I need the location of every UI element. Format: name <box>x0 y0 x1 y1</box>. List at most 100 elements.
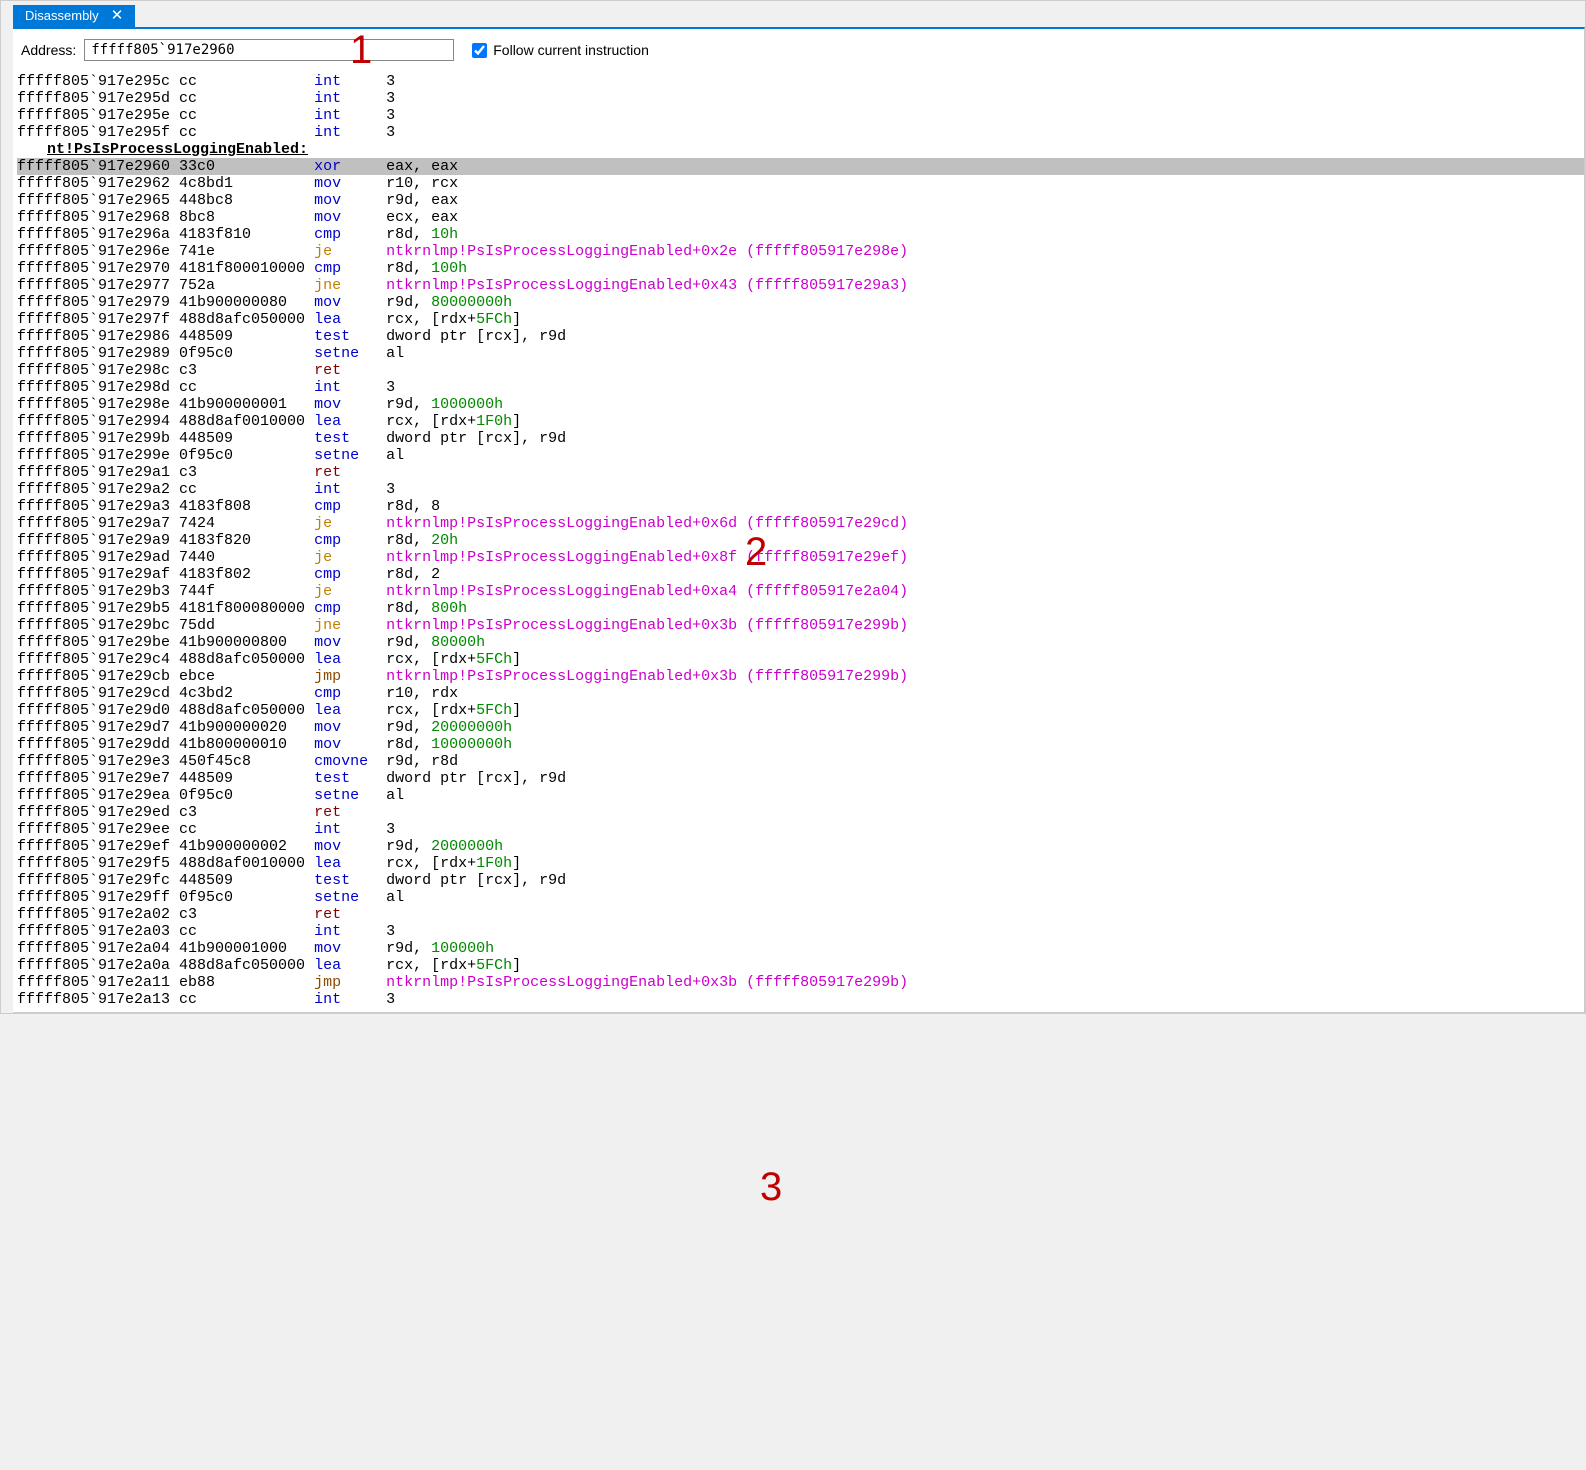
disasm-line[interactable]: fffff805`917e2a04 41b900001000 mov r9d, … <box>17 940 1584 957</box>
disasm-line[interactable]: fffff805`917e29dd 41b800000010 mov r8d, … <box>17 736 1584 753</box>
disasm-line[interactable]: fffff805`917e298c c3 ret <box>17 362 1584 379</box>
opcode-bytes: cc <box>179 124 314 141</box>
opcode-bytes: 8bc8 <box>179 209 314 226</box>
disasm-line[interactable]: fffff805`917e29e7 448509 test dword ptr … <box>17 770 1584 787</box>
address: fffff805`917e29cb <box>17 668 179 685</box>
opcode-bytes: c3 <box>179 464 314 481</box>
mnemonic: je <box>314 549 386 566</box>
mnemonic: setne <box>314 345 386 362</box>
mnemonic: lea <box>314 311 386 328</box>
operand: 3 <box>386 379 395 396</box>
disasm-line[interactable]: fffff805`917e2970 4181f800010000 cmp r8d… <box>17 260 1584 277</box>
disassembly-listing[interactable]: fffff805`917e295c cc int 3fffff805`917e2… <box>13 73 1584 1008</box>
disasm-line[interactable]: fffff805`917e29b3 744f je ntkrnlmp!PsIsP… <box>17 583 1584 600</box>
disasm-line[interactable]: fffff805`917e29fc 448509 test dword ptr … <box>17 872 1584 889</box>
disasm-line[interactable]: fffff805`917e29ad 7440 je ntkrnlmp!PsIsP… <box>17 549 1584 566</box>
disasm-line[interactable]: fffff805`917e2977 752a jne ntkrnlmp!PsIs… <box>17 277 1584 294</box>
disasm-line[interactable]: fffff805`917e29a2 cc int 3 <box>17 481 1584 498</box>
mnemonic: cmp <box>314 566 386 583</box>
disasm-line[interactable]: fffff805`917e29a7 7424 je ntkrnlmp!PsIsP… <box>17 515 1584 532</box>
disasm-line[interactable]: fffff805`917e2a03 cc int 3 <box>17 923 1584 940</box>
disasm-line[interactable]: fffff805`917e2a13 cc int 3 <box>17 991 1584 1008</box>
address-input[interactable] <box>84 39 454 61</box>
annotation-marker: 1 <box>350 28 372 73</box>
disasm-line[interactable]: fffff805`917e299b 448509 test dword ptr … <box>17 430 1584 447</box>
mnemonic: mov <box>314 294 386 311</box>
mnemonic: jne <box>314 617 386 634</box>
operand: r8d, 8 <box>386 498 440 515</box>
disasm-line[interactable]: fffff805`917e295c cc int 3 <box>17 73 1584 90</box>
disasm-line[interactable]: fffff805`917e2989 0f95c0 setne al <box>17 345 1584 362</box>
disasm-line[interactable]: fffff805`917e29cb ebce jmp ntkrnlmp!PsIs… <box>17 668 1584 685</box>
disasm-line[interactable]: fffff805`917e2979 41b900000080 mov r9d, … <box>17 294 1584 311</box>
disasm-line[interactable]: fffff805`917e29a3 4183f808 cmp r8d, 8 <box>17 498 1584 515</box>
operand: rcx, [rdx+ <box>386 957 476 974</box>
opcode-bytes: 4181f800010000 <box>179 260 314 277</box>
disasm-line[interactable]: fffff805`917e29f5 488d8af0010000 lea rcx… <box>17 855 1584 872</box>
address: fffff805`917e29ea <box>17 787 179 804</box>
address: fffff805`917e2986 <box>17 328 179 345</box>
follow-instruction-checkbox[interactable] <box>472 43 487 58</box>
disasm-line[interactable]: fffff805`917e29ee cc int 3 <box>17 821 1584 838</box>
disasm-line[interactable]: fffff805`917e29ef 41b900000002 mov r9d, … <box>17 838 1584 855</box>
disasm-line[interactable]: fffff805`917e29b5 4181f800080000 cmp r8d… <box>17 600 1584 617</box>
operand: 3 <box>386 481 395 498</box>
disasm-line[interactable]: fffff805`917e2968 8bc8 mov ecx, eax <box>17 209 1584 226</box>
disasm-line[interactable]: fffff805`917e29d0 488d8afc050000 lea rcx… <box>17 702 1584 719</box>
disasm-line[interactable]: fffff805`917e296e 741e je ntkrnlmp!PsIsP… <box>17 243 1584 260</box>
mnemonic: ret <box>314 464 386 481</box>
tab-disassembly[interactable]: Disassembly ✕ <box>13 5 135 27</box>
opcode-bytes: 0f95c0 <box>179 447 314 464</box>
operand: 10000000h <box>431 736 512 753</box>
disasm-line[interactable]: fffff805`917e297f 488d8afc050000 lea rcx… <box>17 311 1584 328</box>
disasm-line[interactable]: fffff805`917e295e cc int 3 <box>17 107 1584 124</box>
disasm-line[interactable]: fffff805`917e2a0a 488d8afc050000 lea rcx… <box>17 957 1584 974</box>
disasm-line[interactable]: fffff805`917e29c4 488d8afc050000 lea rcx… <box>17 651 1584 668</box>
disasm-line[interactable]: fffff805`917e29d7 41b900000020 mov r9d, … <box>17 719 1584 736</box>
disasm-line[interactable]: fffff805`917e29af 4183f802 cmp r8d, 2 <box>17 566 1584 583</box>
disasm-line[interactable]: fffff805`917e29e3 450f45c8 cmovne r9d, r… <box>17 753 1584 770</box>
disasm-line[interactable]: fffff805`917e29a9 4183f820 cmp r8d, 20h <box>17 532 1584 549</box>
disasm-line[interactable]: fffff805`917e29ed c3 ret <box>17 804 1584 821</box>
mnemonic: xor <box>314 158 386 175</box>
mnemonic: int <box>314 821 386 838</box>
address: fffff805`917e295f <box>17 124 179 141</box>
disasm-line[interactable]: fffff805`917e29cd 4c3bd2 cmp r10, rdx <box>17 685 1584 702</box>
disasm-line[interactable]: fffff805`917e2994 488d8af0010000 lea rcx… <box>17 413 1584 430</box>
disasm-line[interactable]: fffff805`917e298d cc int 3 <box>17 379 1584 396</box>
opcode-bytes: cc <box>179 107 314 124</box>
operand: 3 <box>386 107 395 124</box>
disasm-line[interactable]: fffff805`917e2962 4c8bd1 mov r10, rcx <box>17 175 1584 192</box>
opcode-bytes: 448509 <box>179 430 314 447</box>
close-icon[interactable]: ✕ <box>111 8 124 23</box>
disasm-line[interactable]: fffff805`917e299e 0f95c0 setne al <box>17 447 1584 464</box>
disasm-line[interactable]: fffff805`917e2986 448509 test dword ptr … <box>17 328 1584 345</box>
disasm-line[interactable]: fffff805`917e29be 41b900000800 mov r9d, … <box>17 634 1584 651</box>
annotation-marker: 2 <box>745 530 767 575</box>
disasm-line[interactable]: fffff805`917e295f cc int 3 <box>17 124 1584 141</box>
disasm-line[interactable]: fffff805`917e29bc 75dd jne ntkrnlmp!PsIs… <box>17 617 1584 634</box>
operand: 1F0h <box>476 413 512 430</box>
operand: 3 <box>386 821 395 838</box>
opcode-bytes: c3 <box>179 804 314 821</box>
operand: rcx, [rdx+ <box>386 855 476 872</box>
address: fffff805`917e2a11 <box>17 974 179 991</box>
mnemonic: int <box>314 90 386 107</box>
disasm-line[interactable]: fffff805`917e29a1 c3 ret <box>17 464 1584 481</box>
disasm-line[interactable]: fffff805`917e298e 41b900000001 mov r9d, … <box>17 396 1584 413</box>
address: fffff805`917e29dd <box>17 736 179 753</box>
operand: eax, eax <box>386 158 458 175</box>
disasm-line[interactable]: fffff805`917e295d cc int 3 <box>17 90 1584 107</box>
opcode-bytes: 4181f800080000 <box>179 600 314 617</box>
disasm-line[interactable]: fffff805`917e29ea 0f95c0 setne al <box>17 787 1584 804</box>
disasm-line[interactable]: fffff805`917e2a02 c3 ret <box>17 906 1584 923</box>
opcode-bytes: 488d8af0010000 <box>179 855 314 872</box>
operand: r9d, <box>386 719 431 736</box>
disasm-line[interactable]: fffff805`917e2a11 eb88 jmp ntkrnlmp!PsIs… <box>17 974 1584 991</box>
disasm-line[interactable]: fffff805`917e296a 4183f810 cmp r8d, 10h <box>17 226 1584 243</box>
disasm-line[interactable]: fffff805`917e29ff 0f95c0 setne al <box>17 889 1584 906</box>
disasm-line[interactable]: fffff805`917e2965 448bc8 mov r9d, eax <box>17 192 1584 209</box>
disasm-line[interactable]: fffff805`917e2960 33c0 xor eax, eax <box>17 158 1584 175</box>
operand: 20000000h <box>431 719 512 736</box>
mnemonic: lea <box>314 702 386 719</box>
